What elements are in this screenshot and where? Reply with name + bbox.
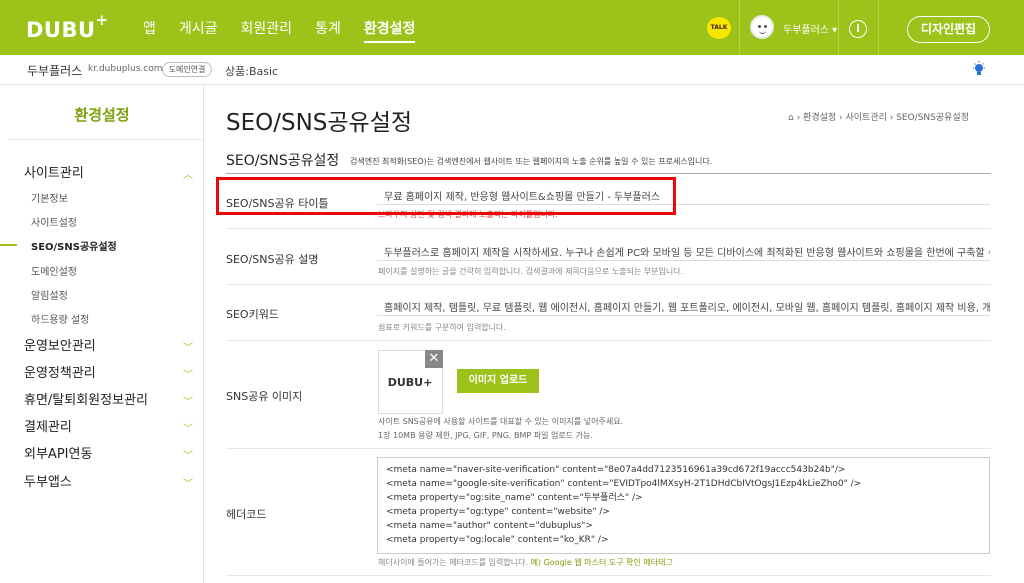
divider <box>226 173 991 174</box>
close-icon[interactable]: ✕ <box>425 350 443 368</box>
code-line: <meta property="og:site_name" content="두… <box>386 493 643 503</box>
page-title: SEO/SNS공유설정 <box>226 110 413 136</box>
section-description: 검색엔진 최적화(SEO)는 검색엔진에서 웹사이트 또는 웹페이지의 노출 순… <box>350 157 713 166</box>
divider <box>838 0 839 55</box>
divider <box>739 0 740 55</box>
chevron-down-icon[interactable]: ﹀ <box>183 420 193 435</box>
product-plan: 상품:Basic <box>225 65 279 78</box>
divider <box>226 284 991 285</box>
sns-image-help: 사이트 SNS공유에 사용할 사이트를 대표할 수 있는 이미지를 넣어주세요. <box>378 417 624 426</box>
header-code-help-link[interactable]: 예) Google 웹 마스터 도구 확인 메타태그 <box>531 558 673 567</box>
sidebar-item-site-management[interactable]: 사이트관리 <box>24 162 84 181</box>
menu-members[interactable]: 회원관리 <box>241 18 293 43</box>
sidebar-item-policy[interactable]: 운영정책관리 <box>24 362 96 381</box>
header-code-help-text: 헤더사이에 들어가는 메타코드를 입력합니다. <box>378 558 531 567</box>
sidebar-item-security[interactable]: 운영보안관리 <box>24 335 96 354</box>
menu-posts[interactable]: 게시글 <box>179 18 218 43</box>
kakaotalk-icon[interactable]: TALK <box>707 17 731 39</box>
site-domain: kr.dubuplus.com <box>88 64 163 74</box>
site-info-bar: 두부플러스 kr.dubuplus.com 도메인연결 상품:Basic <box>0 55 1024 85</box>
seo-description-input[interactable]: 두부플러스로 홈페이지 제작을 시작하세요. 누구나 손쉽게 PC와 모바일 등… <box>377 239 990 261</box>
menu-stats[interactable]: 통계 <box>315 18 341 43</box>
chevron-down-icon[interactable]: ﹀ <box>183 366 193 381</box>
divider <box>226 448 991 449</box>
sns-image-limit: 1장 10MB 용량 제한, JPG, GIF, PNG, BMP 파일 업로드… <box>378 431 593 440</box>
info-icon[interactable]: i <box>849 20 867 38</box>
seo-description-label: SEO/SNS공유 설명 <box>226 253 319 266</box>
chevron-down-icon[interactable]: ﹀ <box>183 393 193 408</box>
code-line: <meta property="og:type" content="websit… <box>386 507 610 517</box>
header-code-textarea[interactable]: <meta name="naver-site-verification" con… <box>377 457 990 554</box>
seo-keywords-help: 쉼표로 키워드를 구분하여 입력합니다. <box>378 323 506 332</box>
sidebar: 환경설정 사이트관리 ︿ 기본정보 사이트설정 SEO/SNS공유설정 도메인설… <box>0 85 204 583</box>
design-edit-button[interactable]: 디자인편집 <box>907 16 990 43</box>
logo[interactable]: DUBU+ <box>26 11 109 42</box>
seo-keywords-input[interactable]: 홈페이지 제작, 템플릿, 무료 템플릿, 웹 에이전시, 홈페이지 만들기, … <box>377 294 990 316</box>
divider <box>226 575 991 576</box>
site-name: 두부플러스 <box>27 64 83 78</box>
sidebar-item-dubu-apps[interactable]: 두부앱스 <box>24 471 72 490</box>
domain-connect-button[interactable]: 도메인연결 <box>162 62 212 77</box>
sns-image-logo: DUBU+ <box>387 376 433 389</box>
highlight-box <box>216 177 676 215</box>
section-title: SEO/SNS공유설정 <box>226 153 340 169</box>
breadcrumb[interactable]: ⌂ › 환경설정 › 사이트관리 › SEO/SNS공유설정 <box>788 110 969 123</box>
sidebar-subitem-site-settings[interactable]: 사이트설정 <box>31 214 77 229</box>
active-indicator <box>0 244 17 246</box>
header-code-label: 헤더코드 <box>226 508 267 521</box>
sidebar-subitem-storage[interactable]: 하드용량 설정 <box>31 311 89 326</box>
sidebar-subitem-notification[interactable]: 알림설정 <box>31 287 68 302</box>
code-line: <meta name="google-site-verification" co… <box>386 479 862 489</box>
seo-keywords-label: SEO키워드 <box>226 308 279 321</box>
sidebar-subitem-domain[interactable]: 도메인설정 <box>31 263 77 278</box>
sidebar-subitem-basic-info[interactable]: 기본정보 <box>31 190 68 205</box>
sidebar-title: 환경설정 <box>74 106 130 124</box>
lightbulb-icon[interactable] <box>972 61 986 77</box>
chevron-down-icon[interactable]: ﹀ <box>183 447 193 462</box>
chevron-down-icon[interactable]: ﹀ <box>183 339 193 354</box>
header-code-help: 헤더사이에 들어가는 메타코드를 입력합니다. 예) Google 웹 마스터 … <box>378 557 673 568</box>
divider <box>226 340 991 341</box>
seo-description-help: 페이지를 설명하는 글을 간략히 입력합니다. 검색결과에 제목다음으로 노출되… <box>378 267 684 276</box>
image-upload-button[interactable]: 이미지 업로드 <box>457 369 539 393</box>
top-nav: DUBU+ 앱 게시글 회원관리 통계 환경설정 TALK 두부플러스 ▾ i … <box>0 0 1024 55</box>
code-line: <meta property="og:locale" content="ko_K… <box>386 535 609 545</box>
user-menu[interactable]: 두부플러스 ▾ <box>783 21 837 36</box>
sidebar-item-payment[interactable]: 결제관리 <box>24 416 72 435</box>
code-line: <meta name="naver-site-verification" con… <box>386 465 846 475</box>
menu-app[interactable]: 앱 <box>143 18 156 43</box>
divider <box>878 0 879 55</box>
chevron-down-icon[interactable]: ﹀ <box>183 475 193 490</box>
code-line: <meta name="author" content="dubuplus"> <box>386 521 593 531</box>
chevron-up-icon[interactable]: ︿ <box>183 166 193 181</box>
menu-settings[interactable]: 환경설정 <box>363 18 416 43</box>
sidebar-item-external-api[interactable]: 외부API연동 <box>24 443 92 462</box>
avatar[interactable] <box>750 15 774 39</box>
sidebar-subitem-seo-sns[interactable]: SEO/SNS공유설정 <box>31 238 117 253</box>
divider <box>226 228 991 229</box>
main-menu: 앱 게시글 회원관리 통계 환경설정 <box>143 18 438 43</box>
divider <box>8 139 204 140</box>
sns-image-label: SNS공유 이미지 <box>226 390 303 403</box>
sidebar-item-dormant[interactable]: 휴면/탈퇴회원정보관리 <box>24 389 148 408</box>
